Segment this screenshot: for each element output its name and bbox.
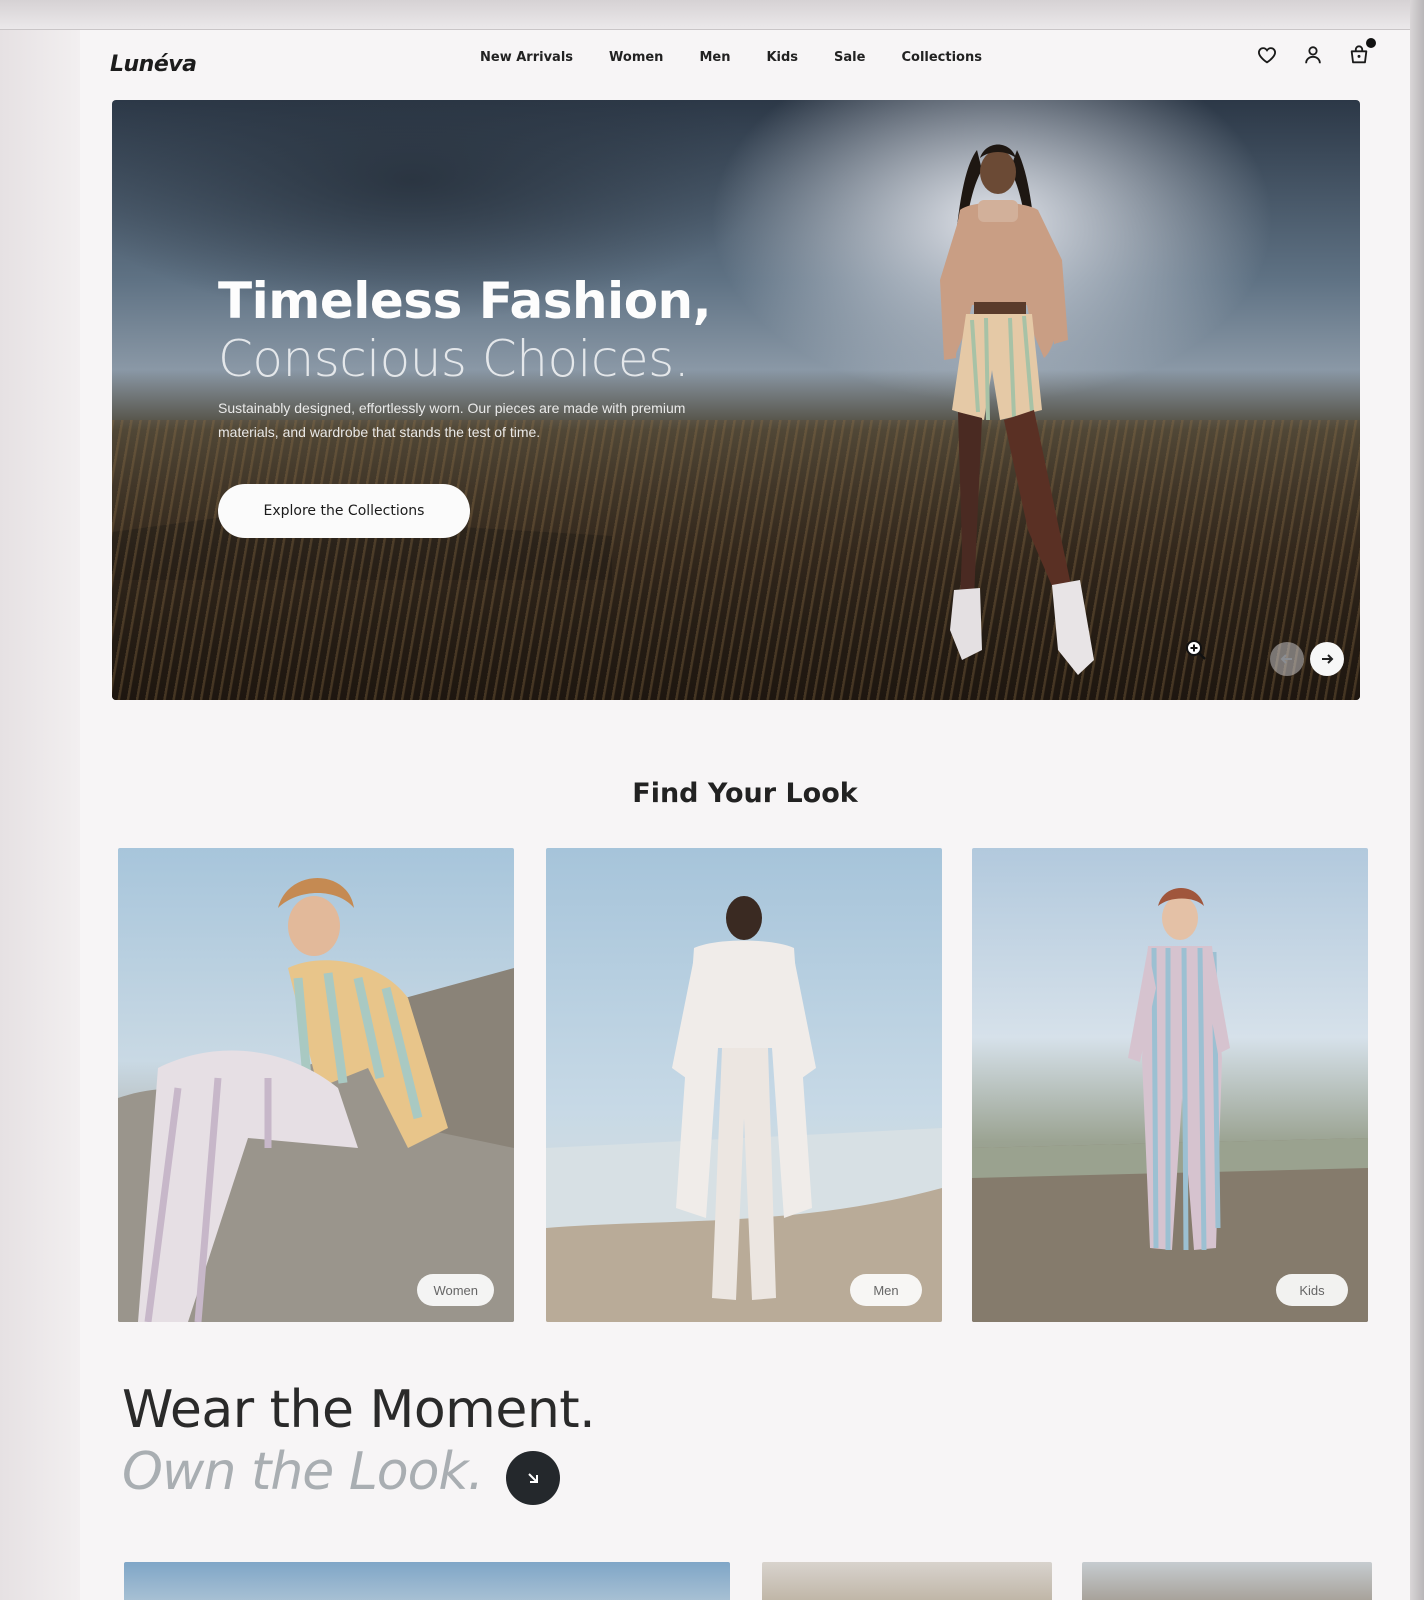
category-cards: Women Men Kids (118, 848, 1368, 1328)
find-your-look-title: Find Your Look (632, 778, 858, 809)
women-model-image (118, 878, 514, 1322)
category-pill-women[interactable]: Women (417, 1274, 494, 1306)
hero-carousel-controls (1270, 642, 1344, 676)
category-pill-men[interactable]: Men (850, 1274, 922, 1306)
hero-title-line1: Timeless Fashion, (218, 272, 712, 330)
explore-collections-button[interactable]: Explore the Collections (218, 484, 470, 538)
moment-heading-line2: Own the Look. (122, 1442, 484, 1502)
product-image-1[interactable] (124, 1562, 730, 1600)
nav-kids[interactable]: Kids (766, 50, 798, 65)
nav-sale[interactable]: Sale (834, 50, 865, 65)
monitor-bezel (0, 0, 1424, 30)
carousel-next-button[interactable] (1310, 642, 1344, 676)
hero-grass (112, 420, 1360, 700)
user-icon[interactable] (1302, 44, 1324, 66)
category-pill-kids[interactable]: Kids (1276, 1274, 1348, 1306)
arrow-down-right-icon (527, 1473, 538, 1483)
nav-women[interactable]: Women (609, 50, 663, 65)
monitor-edge (1410, 0, 1424, 1600)
heart-icon[interactable] (1256, 44, 1278, 66)
men-model-image (546, 896, 942, 1322)
hero-title-line2: Conscious Choices. (218, 330, 690, 388)
kids-model-image (972, 888, 1368, 1322)
hero-banner: Timeless Fashion, Conscious Choices. Sus… (112, 100, 1360, 700)
carousel-prev-button[interactable] (1270, 642, 1304, 676)
nav-collections[interactable]: Collections (901, 50, 982, 65)
site-header: Lunéva New Arrivals Women Men Kids Sale … (80, 30, 1410, 100)
product-image-2[interactable] (762, 1562, 1052, 1600)
moment-arrow-button[interactable] (505, 1450, 560, 1505)
hero-title: Timeless Fashion, Conscious Choices. (218, 272, 712, 388)
nav-men[interactable]: Men (699, 50, 730, 65)
cart-icon[interactable] (1348, 38, 1376, 66)
main-nav: New Arrivals Women Men Kids Sale Collect… (480, 50, 982, 65)
product-image-3[interactable] (1082, 1562, 1372, 1600)
landing-page: Lunéva New Arrivals Women Men Kids Sale … (80, 30, 1410, 1600)
category-card-men[interactable]: Men (546, 848, 942, 1322)
nav-new-arrivals[interactable]: New Arrivals (480, 50, 573, 65)
moment-section: Wear the Moment. Own the Look. (122, 1380, 596, 1505)
cart-badge (1366, 38, 1376, 48)
header-actions (1256, 38, 1376, 66)
arrow-right-icon (1322, 654, 1334, 664)
screen-frame: Lunéva New Arrivals Women Men Kids Sale … (0, 0, 1424, 1600)
moment-heading-line1: Wear the Moment. (122, 1380, 596, 1440)
category-card-women[interactable]: Women (118, 848, 514, 1322)
hero-subtitle: Sustainably designed, effortlessly worn.… (218, 400, 686, 440)
page-margin (0, 30, 80, 1600)
category-card-kids[interactable]: Kids (972, 848, 1368, 1322)
arrow-left-icon (1280, 654, 1292, 664)
zoom-in-icon[interactable] (1184, 638, 1208, 662)
brand-logo[interactable]: Lunéva (110, 52, 197, 77)
hero-model-image (940, 144, 1094, 675)
